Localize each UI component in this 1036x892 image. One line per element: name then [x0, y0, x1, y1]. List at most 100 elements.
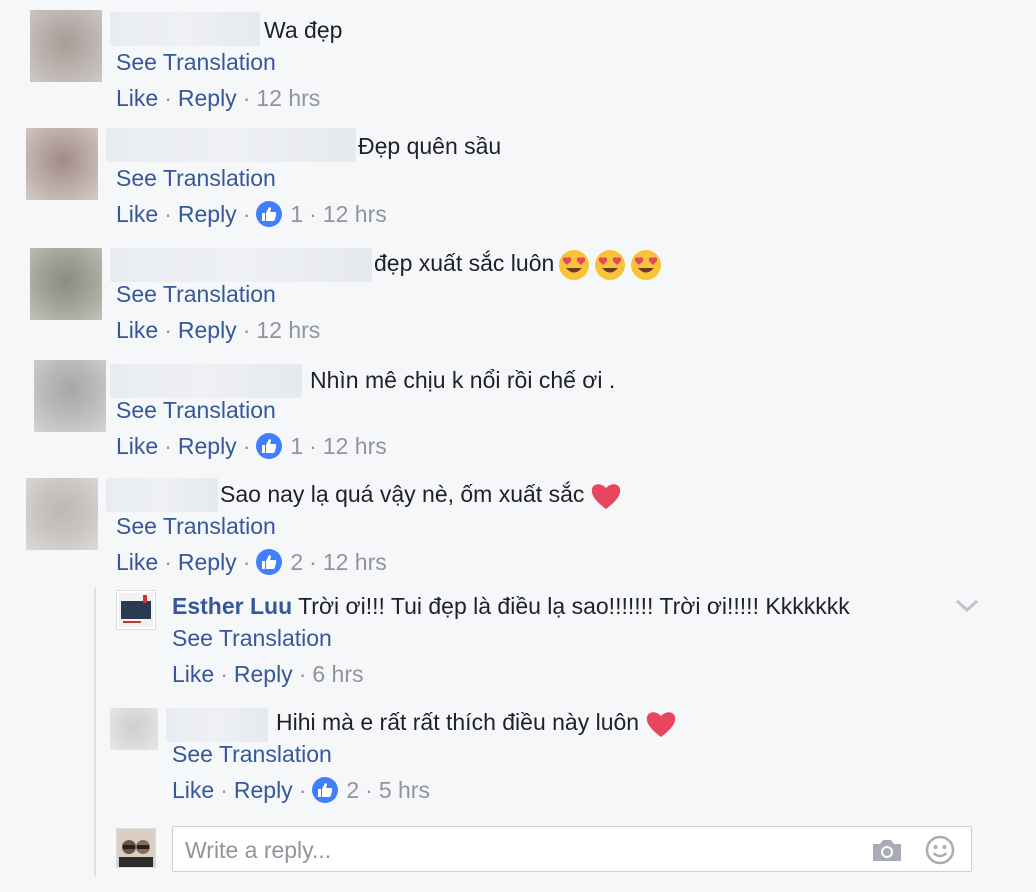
avatar-image: [117, 829, 155, 867]
author-name[interactable]: Esther Luu: [172, 593, 292, 619]
timestamp[interactable]: 12 hrs: [256, 83, 320, 113]
separator-dot: ·: [298, 777, 307, 803]
like-link[interactable]: Like: [116, 83, 158, 113]
see-translation-link[interactable]: See Translation: [116, 163, 276, 193]
chevron-down-icon[interactable]: [954, 596, 980, 616]
like-link[interactable]: Like: [172, 659, 214, 689]
commenter-name[interactable]: [106, 478, 218, 512]
see-translation-link[interactable]: See Translation: [116, 511, 276, 541]
avatar[interactable]: [110, 708, 158, 750]
reply-link[interactable]: Reply: [234, 775, 293, 805]
comment-text: Nhìn mê chịu k nổi rồi chế ơi .: [310, 367, 616, 393]
thumbs-up-icon[interactable]: [256, 433, 283, 459]
separator-dot: ·: [164, 85, 172, 111]
timestamp[interactable]: 12 hrs: [323, 199, 387, 229]
heart-eyes-emoji: [559, 249, 590, 280]
like-link[interactable]: Like: [116, 431, 158, 461]
thumbs-up-icon[interactable]: [312, 777, 339, 803]
avatar[interactable]: [30, 10, 102, 82]
reply-actions: Like · Reply · 2 · 5 hrs: [172, 775, 430, 805]
see-translation-link[interactable]: See Translation: [116, 47, 276, 77]
heart-emoji: [646, 712, 676, 737]
reply-link[interactable]: Reply: [178, 83, 237, 113]
like-link[interactable]: Like: [116, 547, 158, 577]
separator-dot: ·: [242, 549, 251, 575]
reply-box[interactable]: [172, 826, 972, 872]
reply-text-value: Trời ơi!!! Tui đẹp là điều lạ sao!!!!!!!…: [298, 593, 850, 619]
separator-dot: ·: [309, 549, 317, 575]
like-link[interactable]: Like: [116, 315, 158, 345]
like-count[interactable]: 2: [290, 547, 303, 577]
like-link[interactable]: Like: [172, 775, 214, 805]
separator-dot: ·: [365, 777, 373, 803]
separator-dot: ·: [220, 661, 228, 687]
separator-dot: ·: [242, 201, 251, 227]
reply-link[interactable]: Reply: [178, 547, 237, 577]
timestamp[interactable]: 6 hrs: [312, 659, 363, 689]
timestamp[interactable]: 12 hrs: [323, 547, 387, 577]
comment-text: Sao nay lạ quá vậy nè, ốm xuất sắc: [220, 479, 622, 511]
reply-text-value: Hihi mà e rất rất thích điều này luôn: [276, 709, 640, 735]
separator-dot: ·: [242, 85, 251, 111]
reply-link[interactable]: Reply: [234, 659, 293, 689]
comment-actions: Like · Reply · 1 · 12 hrs: [116, 431, 387, 461]
see-translation-link[interactable]: See Translation: [116, 279, 276, 309]
timestamp[interactable]: 5 hrs: [379, 775, 430, 805]
separator-dot: ·: [220, 777, 228, 803]
heart-eyes-emoji: [631, 249, 662, 280]
thumbs-up-icon[interactable]: [256, 549, 283, 575]
like-link[interactable]: Like: [116, 199, 158, 229]
reply-link[interactable]: Reply: [178, 431, 237, 461]
comment-text: đẹp xuất sắc luôn: [374, 248, 662, 281]
comment-actions: Like · Reply · 2 · 12 hrs: [116, 547, 387, 577]
comment-actions: Like · Reply · 1 · 12 hrs: [116, 199, 387, 229]
separator-dot: ·: [309, 433, 317, 459]
reply-text: Esther Luu Trời ơi!!! Tui đẹp là điều lạ…: [172, 591, 850, 621]
heart-emoji: [592, 484, 621, 509]
heart-eyes-emoji: [595, 249, 626, 280]
separator-dot: ·: [164, 433, 172, 459]
commenter-name[interactable]: [106, 128, 356, 162]
separator-dot: ·: [164, 317, 172, 343]
comment-text-value: Sao nay lạ quá vậy nè, ốm xuất sắc: [220, 481, 585, 507]
reply-link[interactable]: Reply: [178, 199, 237, 229]
reply-input[interactable]: [183, 833, 867, 867]
current-user-avatar[interactable]: [116, 828, 156, 868]
avatar-image: [119, 593, 153, 627]
comment-actions: Like · Reply · 12 hrs: [116, 83, 320, 113]
timestamp[interactable]: 12 hrs: [323, 431, 387, 461]
separator-dot: ·: [164, 549, 172, 575]
smiley-icon[interactable]: [925, 835, 955, 865]
separator-dot: ·: [164, 201, 172, 227]
see-translation-link[interactable]: See Translation: [172, 739, 332, 769]
separator-dot: ·: [242, 433, 251, 459]
see-translation-link[interactable]: See Translation: [172, 623, 332, 653]
see-translation-link[interactable]: See Translation: [116, 395, 276, 425]
commenter-name[interactable]: [166, 708, 268, 742]
timestamp[interactable]: 12 hrs: [256, 315, 320, 345]
avatar[interactable]: [34, 360, 106, 432]
commenter-name[interactable]: [110, 12, 260, 46]
comment-text: Đẹp quên sầu: [358, 133, 502, 159]
reply-actions: Like · Reply · 6 hrs: [172, 659, 364, 689]
comment-text-value: đẹp xuất sắc luôn: [374, 250, 555, 276]
separator-dot: ·: [298, 661, 307, 687]
like-count[interactable]: 2: [346, 775, 359, 805]
commenter-name[interactable]: [110, 248, 372, 282]
reply-text: Hihi mà e rất rất thích điều này luôn: [276, 707, 677, 739]
avatar[interactable]: [26, 128, 98, 200]
separator-dot: ·: [242, 317, 251, 343]
like-count[interactable]: 1: [290, 199, 303, 229]
avatar[interactable]: [30, 248, 102, 320]
commenter-name[interactable]: [110, 364, 302, 398]
avatar[interactable]: [26, 478, 98, 550]
reply-link[interactable]: Reply: [178, 315, 237, 345]
camera-icon[interactable]: [871, 837, 903, 863]
comment-text: Wa đẹp: [264, 17, 343, 43]
separator-dot: ·: [309, 201, 317, 227]
thumbs-up-icon[interactable]: [256, 201, 283, 227]
avatar[interactable]: [116, 590, 156, 630]
comment-actions: Like · Reply · 12 hrs: [116, 315, 320, 345]
reply-thread-line: [94, 588, 96, 876]
like-count[interactable]: 1: [290, 431, 303, 461]
